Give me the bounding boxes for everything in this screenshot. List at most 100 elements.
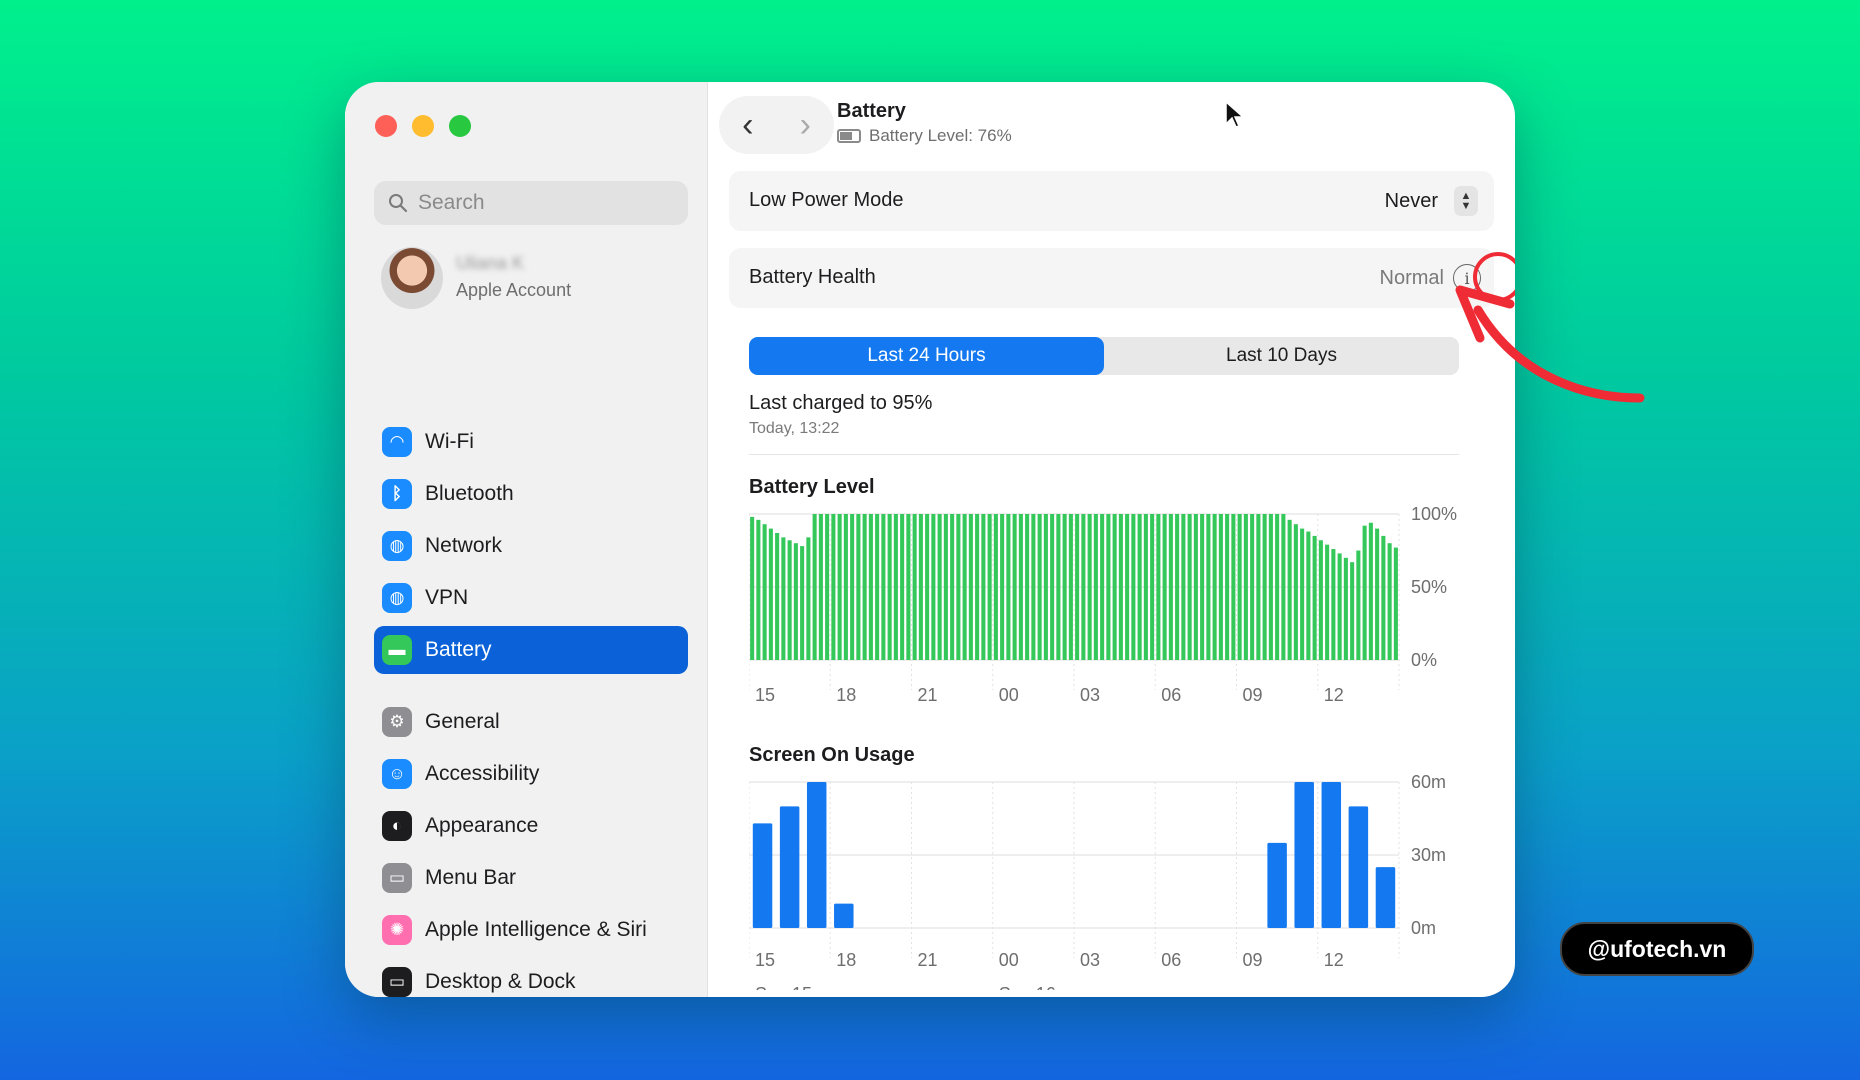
chart-bar: [1343, 557, 1348, 660]
chart-bar: [812, 514, 817, 660]
sidebar-item-network[interactable]: ◍ Network: [374, 522, 688, 570]
chart-bar: [1050, 514, 1055, 660]
chart-bar: [1275, 514, 1280, 660]
chart-bar: [906, 514, 911, 660]
search-input[interactable]: Search: [374, 181, 688, 225]
chart-bar: [1100, 514, 1105, 660]
chart-bar: [762, 524, 767, 660]
chart-bar: [937, 514, 942, 660]
chart-bar: [1375, 528, 1380, 660]
last-charged-text: Last charged to 95%: [749, 392, 933, 414]
history-nav: ‹ ›: [719, 96, 834, 154]
chart-bar: [1200, 514, 1205, 660]
x-tick-label: 00: [999, 685, 1019, 705]
dock-icon: ▭: [382, 967, 412, 997]
sidebar-item-apple-intelligence-siri[interactable]: ✺ Apple Intelligence & Siri: [374, 906, 688, 954]
main-content: ‹ › Battery Battery Level: 76% Low Power…: [707, 82, 1515, 997]
chart-bar: [943, 514, 948, 660]
chart-bar: [787, 540, 792, 660]
chart-bar: [862, 514, 867, 660]
chart-bar: [1018, 514, 1023, 660]
chart-bar: [1321, 782, 1342, 928]
bluetooth-icon: ᛒ: [382, 479, 412, 509]
sidebar-item-menu-bar[interactable]: ▭ Menu Bar: [374, 854, 688, 902]
chart-bar: [1043, 514, 1048, 660]
x-tick-label: 12: [1324, 950, 1344, 970]
sidebar-item-label: Network: [425, 534, 503, 557]
chart-bar: [1256, 514, 1261, 660]
battery-level-chart-title: Battery Level: [749, 476, 875, 498]
chart-bar: [843, 514, 848, 660]
sidebar-item-label: Desktop & Dock: [425, 970, 576, 993]
chart-bar: [993, 514, 998, 660]
x-tick-label: 21: [918, 950, 938, 970]
chart-bar: [900, 514, 905, 660]
chart-bar: [1387, 543, 1392, 660]
chart-bar: [793, 543, 798, 660]
chart-bar: [775, 532, 780, 660]
chart-bar: [850, 514, 855, 660]
chart-bar: [1062, 514, 1067, 660]
wifi-icon: ◠: [382, 427, 412, 457]
chart-bar: [1225, 514, 1230, 660]
minimize-button[interactable]: [412, 115, 434, 137]
sidebar-item-general[interactable]: ⚙ General: [374, 698, 688, 746]
x-tick-label: 18: [836, 685, 856, 705]
chart-bar: [1025, 514, 1030, 660]
sidebar-item-appearance[interactable]: ◐ Appearance: [374, 802, 688, 850]
sidebar-item-desktop-dock[interactable]: ▭ Desktop & Dock: [374, 958, 688, 997]
low-power-value[interactable]: Never: [1385, 190, 1438, 213]
chart-bar: [1218, 514, 1223, 660]
sidebar-item-label: Wi-Fi: [425, 430, 474, 453]
screen-usage-chart: 60m 30m 0m 15 18 21 00 03 06 09 12 Sep 15 Sep 16: [749, 772, 1446, 990]
popup-stepper-icon[interactable]: ▲ ▼: [1454, 186, 1478, 216]
chart-bar: [1293, 524, 1298, 660]
chart-bar: [1150, 514, 1155, 660]
chart-bar: [1181, 514, 1186, 660]
chart-bar: [806, 537, 811, 660]
date-label: Sep 16: [999, 984, 1056, 990]
chart-bar: [1187, 514, 1192, 660]
sidebar-item-wi-fi[interactable]: ◠ Wi-Fi: [374, 418, 688, 466]
chart-bar: [1056, 514, 1061, 660]
low-power-row: Low Power Mode Never ▲ ▼: [729, 171, 1494, 231]
chart-bar: [956, 514, 961, 660]
chart-bar: [1012, 514, 1017, 660]
chart-bar: [1267, 842, 1287, 928]
chart-bar: [1356, 550, 1361, 660]
sidebar-item-accessibility[interactable]: ☺ Accessibility: [374, 750, 688, 798]
chart-bar: [1348, 806, 1369, 928]
chart-bar: [875, 514, 880, 660]
apple-account[interactable]: Uliana K Apple Account: [381, 247, 691, 317]
close-button[interactable]: [375, 115, 397, 137]
chart-bar: [1262, 514, 1267, 660]
sidebar-item-bluetooth[interactable]: ᛒ Bluetooth: [374, 470, 688, 518]
tab-last-24-hours[interactable]: Last 24 Hours: [749, 337, 1104, 375]
avatar: [381, 247, 443, 309]
y-tick-label: 0m: [1411, 918, 1436, 938]
chart-bar: [893, 514, 898, 660]
forward-button[interactable]: ›: [800, 108, 811, 142]
back-button[interactable]: ‹: [742, 108, 753, 142]
annotation-arrow: [1455, 285, 1645, 403]
zoom-button[interactable]: [449, 115, 471, 137]
x-tick-label: 18: [836, 950, 856, 970]
chart-bar: [975, 514, 980, 660]
chart-bar: [831, 514, 836, 660]
sidebar-item-label: Bluetooth: [425, 482, 514, 505]
sidebar-item-vpn[interactable]: ◍ VPN: [374, 574, 688, 622]
chart-bar: [1318, 540, 1323, 660]
chart-bar: [834, 903, 854, 928]
chart-bar: [1325, 544, 1330, 660]
chart-bar: [1368, 522, 1373, 660]
chart-bar: [1156, 514, 1161, 660]
settings-window: Search Uliana K Apple Account ◠ Wi-Fi ᛒ Blu…: [345, 82, 1515, 997]
chart-bar: [768, 528, 773, 660]
chart-bar: [931, 514, 936, 660]
tab-last-10-days[interactable]: Last 10 Days: [1104, 337, 1459, 375]
sidebar-item-battery[interactable]: ▬ Battery: [374, 626, 688, 674]
chart-bar: [1175, 514, 1180, 660]
chart-bar: [825, 514, 830, 660]
search-placeholder: Search: [418, 191, 485, 214]
accessibility-icon: ☺: [382, 759, 412, 789]
